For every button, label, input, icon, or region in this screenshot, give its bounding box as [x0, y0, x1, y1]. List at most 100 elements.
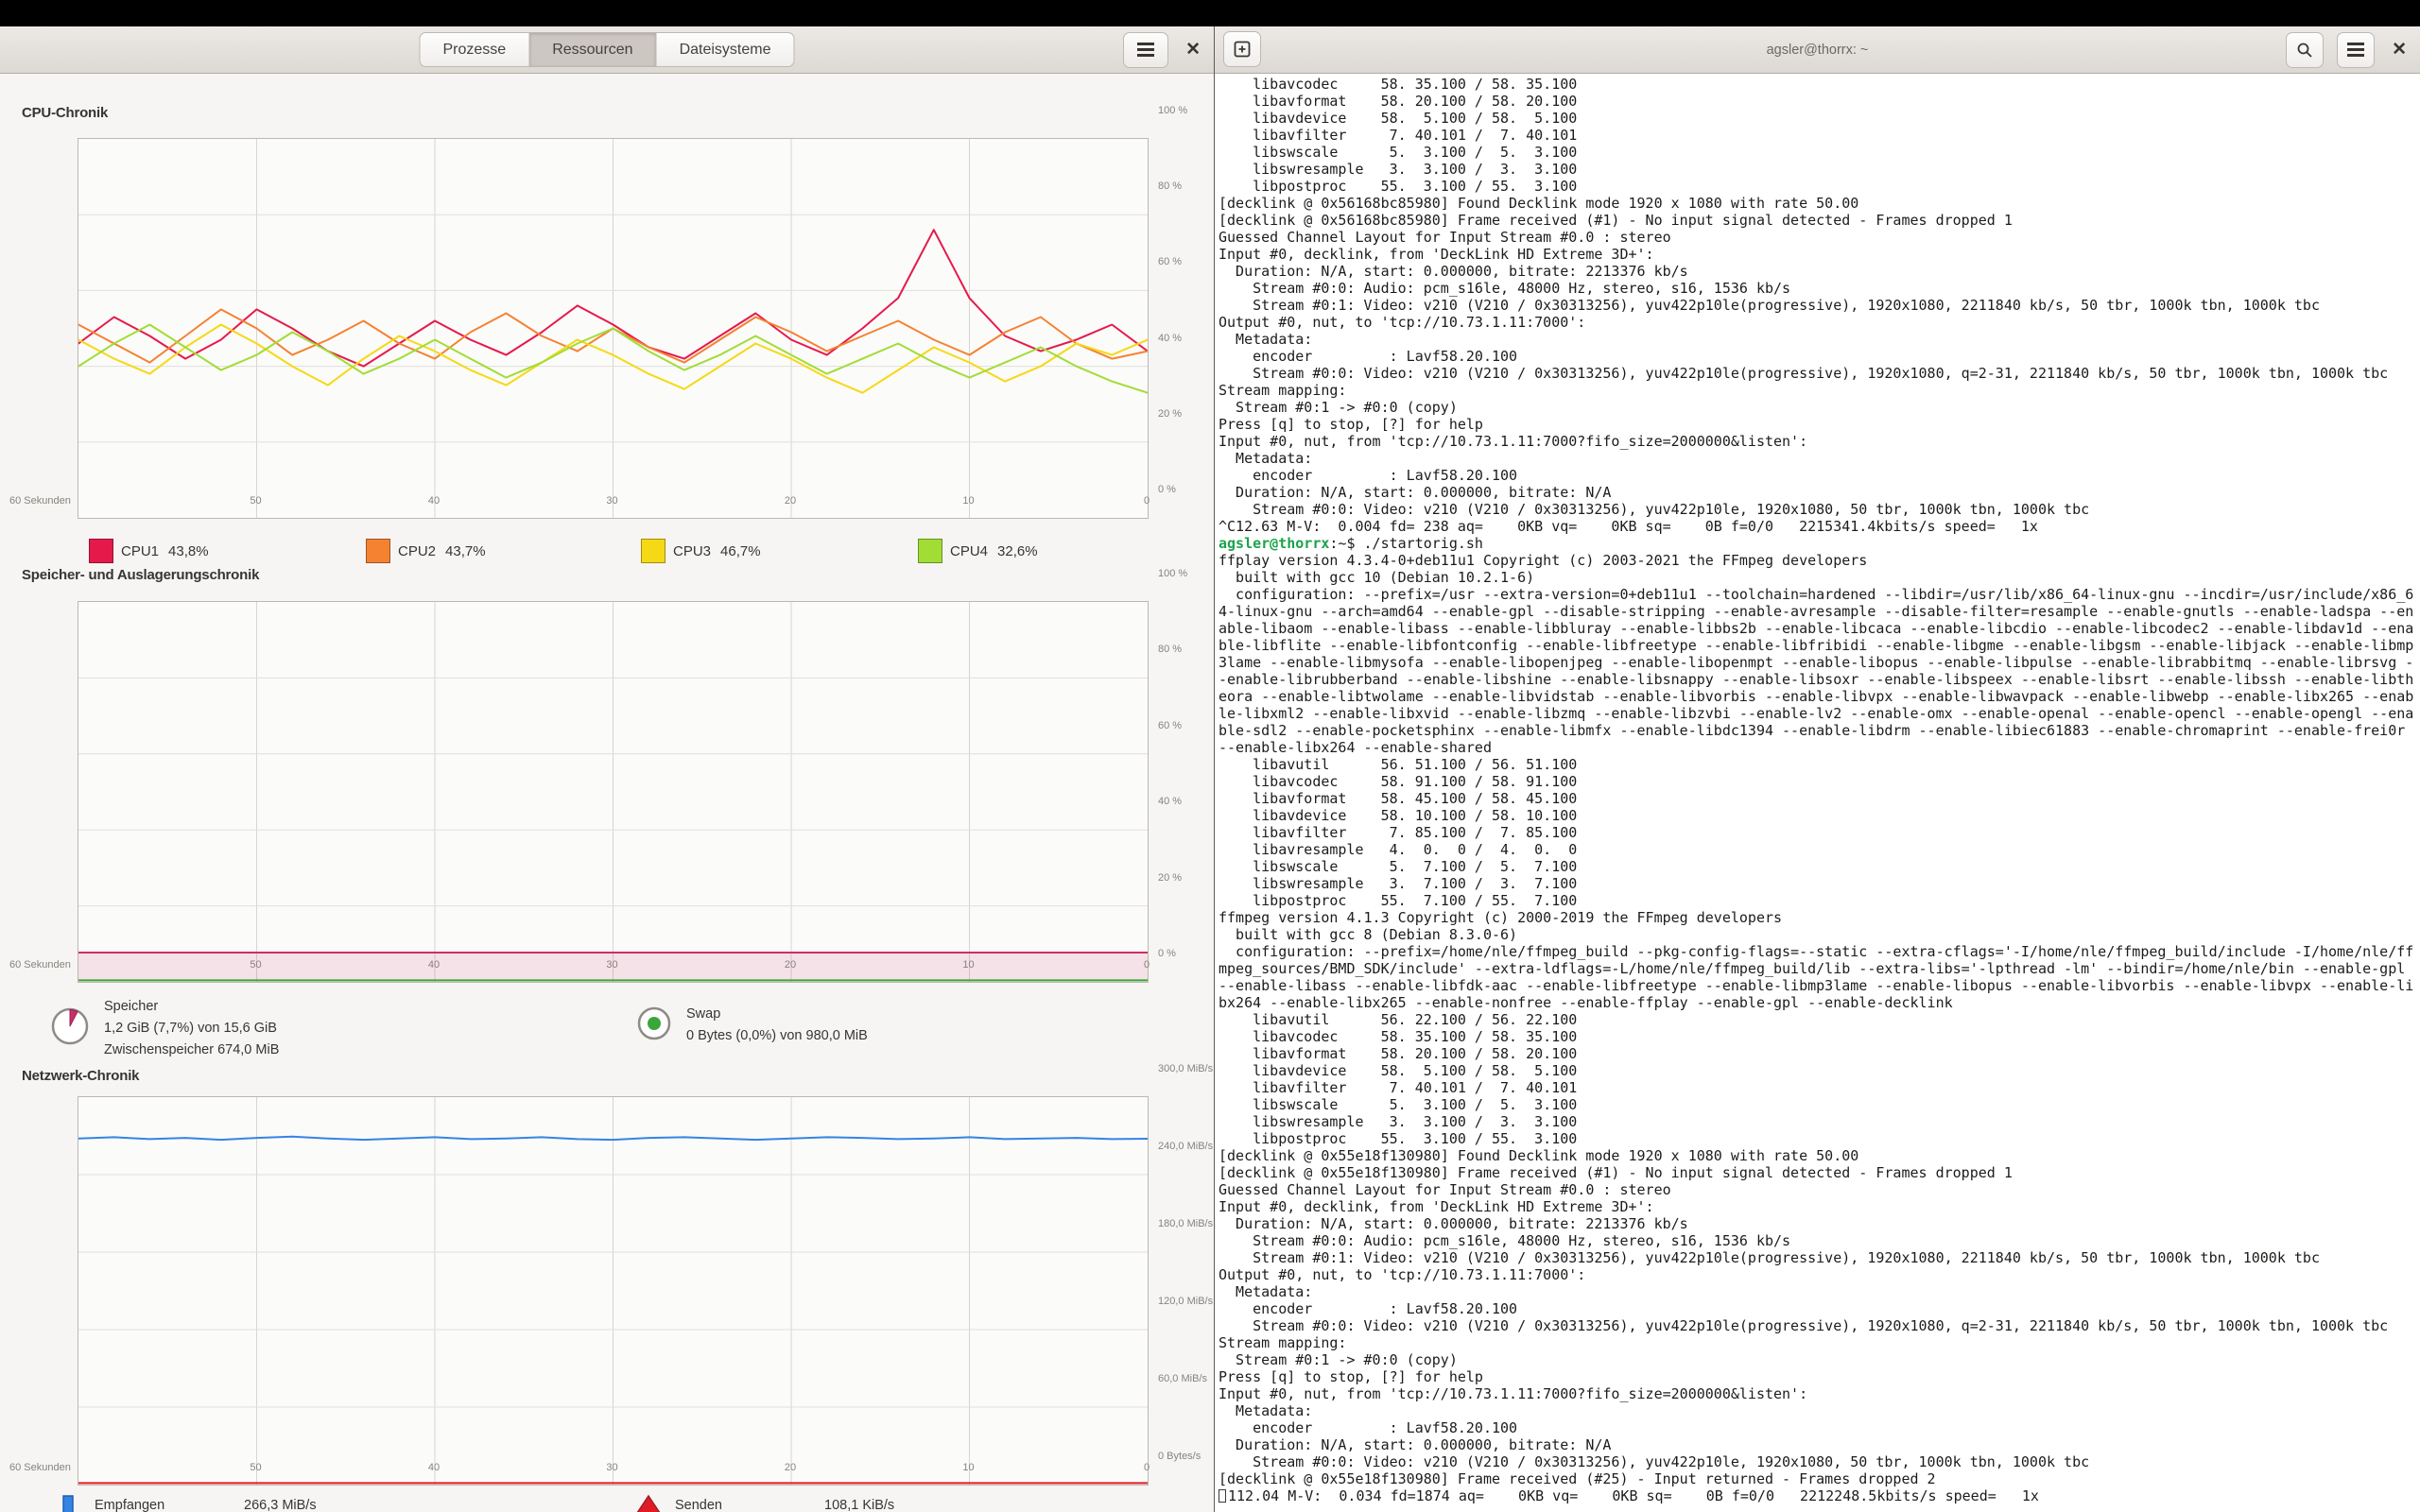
terminal-line: libswscale 5. 3.100 / 5. 3.100 [1219, 1096, 2420, 1113]
terminal-cursor [1219, 1489, 1226, 1503]
network-send-legend: Senden 108,1 KiB/s Insgesamt gesendet 32… [635, 1494, 894, 1512]
x-axis-tick: 10 [962, 1462, 974, 1473]
terminal-line: Output #0, nut, to 'tcp://10.73.1.11:700… [1219, 314, 2420, 331]
x-axis-tick: 50 [250, 959, 261, 971]
y-axis-tick: 180,0 MiB/s [1158, 1218, 1213, 1229]
terminal-line: encoder : Lavf58.20.100 [1219, 348, 2420, 365]
memory-pie-icon [49, 1005, 91, 1052]
terminal-line: encoder : Lavf58.20.100 [1219, 1300, 2420, 1317]
terminal-line: ^C12.63 M-V: 0.004 fd= 238 aq= 0KB vq= 0… [1219, 518, 2420, 535]
terminal-line: Duration: N/A, start: 0.000000, bitrate:… [1219, 484, 2420, 501]
terminal-line: libavformat 58. 20.100 / 58. 20.100 [1219, 1045, 2420, 1062]
terminal-line: Stream #0:1 -> #0:0 (copy) [1219, 399, 2420, 416]
terminal-line: Press [q] to stop, [?] for help [1219, 1368, 2420, 1385]
terminal-line: [decklink @ 0x56168bc85980] Found Deckli… [1219, 195, 2420, 212]
legend-label: CPU1 [121, 543, 159, 559]
top-black-bar [0, 0, 2420, 26]
screen: ProzesseRessourcenDateisysteme ✕ CPU-Chr… [0, 0, 2420, 1512]
receive-label: Empfangen [95, 1495, 236, 1512]
terminal-line: Duration: N/A, start: 0.000000, bitrate:… [1219, 1436, 2420, 1453]
terminal-line: encoder : Lavf58.20.100 [1219, 1419, 2420, 1436]
terminal-line: Stream #0:0: Video: v210 (V210 / 0x30313… [1219, 1453, 2420, 1470]
legend-swatch [918, 539, 942, 563]
terminal-line: mpeg_sources/BMD_SDK/include' --extra-ld… [1219, 960, 2420, 977]
terminal-line: ffmpeg version 4.1.3 Copyright (c) 2000-… [1219, 909, 2420, 926]
terminal-close-button[interactable]: ✕ [2388, 41, 2411, 59]
terminal-menu-button[interactable] [2337, 32, 2375, 68]
x-axis-tick: 0 [1144, 959, 1150, 971]
terminal-line: Metadata: [1219, 450, 2420, 467]
terminal-output[interactable]: libavcodec 58. 35.100 / 58. 35.100 libav… [1215, 74, 2420, 1512]
terminal-line: Output #0, nut, to 'tcp://10.73.1.11:700… [1219, 1266, 2420, 1283]
cpu-chart [78, 138, 1149, 519]
terminal-line: libpostproc 55. 7.100 / 55. 7.100 [1219, 892, 2420, 909]
swap-pie-icon [635, 1005, 673, 1047]
terminal-line: Duration: N/A, start: 0.000000, bitrate:… [1219, 1215, 2420, 1232]
terminal-line: libswresample 3. 3.100 / 3. 3.100 [1219, 161, 2420, 178]
terminal-line: Stream #0:0: Audio: pcm_s16le, 48000 Hz,… [1219, 280, 2420, 297]
x-axis-tick: 60 Sekunden [9, 495, 71, 507]
terminal-line: Stream #0:0: Video: v210 (V210 / 0x30313… [1219, 1317, 2420, 1334]
y-axis-tick: 0 % [1158, 484, 1176, 495]
cpu-legend-item: CPU143,8% [89, 538, 209, 564]
tab-ressourcen[interactable]: Ressourcen [528, 32, 656, 67]
legend-label: CPU4 [950, 543, 988, 559]
terminal-line: Metadata: [1219, 1402, 2420, 1419]
cpu-legend-item: CPU243,7% [366, 538, 486, 564]
terminal-line: Press [q] to stop, [?] for help [1219, 416, 2420, 433]
legend-swatch [641, 539, 666, 563]
y-axis-tick: 20 % [1158, 872, 1182, 884]
terminal-line: libavutil 56. 22.100 / 56. 22.100 [1219, 1011, 2420, 1028]
terminal-line: configuration: --prefix=/home/nle/ffmpeg… [1219, 943, 2420, 960]
y-axis-tick: 60 % [1158, 256, 1182, 267]
terminal-line: libpostproc 55. 3.100 / 55. 3.100 [1219, 1130, 2420, 1147]
y-axis-tick: 60 % [1158, 720, 1182, 731]
tab-dateisysteme[interactable]: Dateisysteme [656, 32, 795, 67]
terminal-line: --enable-libass --enable-libfdk-aac --en… [1219, 977, 2420, 994]
legend-value: 46,7% [720, 543, 761, 559]
terminal-line: [decklink @ 0x55e18f130980] Frame receiv… [1219, 1164, 2420, 1181]
terminal-line: libavcodec 58. 35.100 / 58. 35.100 [1219, 76, 2420, 93]
memory-usage: 1,2 GiB (7,7%) von 15,6 GiB [104, 1018, 279, 1040]
terminal-line: libswresample 3. 7.100 / 3. 7.100 [1219, 875, 2420, 892]
swap-legend: Swap 0 Bytes (0,0%) von 980,0 MiB [635, 1004, 868, 1047]
terminal-line: libavresample 4. 0. 0 / 4. 0. 0 [1219, 841, 2420, 858]
x-axis-tick: 50 [250, 1462, 261, 1473]
tab-prozesse[interactable]: Prozesse [420, 32, 530, 67]
x-axis-tick: 20 [785, 1462, 796, 1473]
memory-swap-chart [78, 601, 1149, 983]
terminal-line: libpostproc 55. 3.100 / 55. 3.100 [1219, 178, 2420, 195]
search-button[interactable] [2286, 32, 2324, 68]
terminal-line: built with gcc 10 (Debian 10.2.1-6) [1219, 569, 2420, 586]
terminal-line: configuration: --prefix=/usr --extra-ver… [1219, 586, 2420, 603]
terminal-line: Stream #0:0: Video: v210 (V210 / 0x30313… [1219, 501, 2420, 518]
x-axis-tick: 0 [1144, 1462, 1150, 1473]
terminal-line: le-libxml2 --enable-libxvid --enable-lib… [1219, 705, 2420, 722]
terminal-line: eora --enable-libtwolame --enable-libvid… [1219, 688, 2420, 705]
terminal-line: libavformat 58. 20.100 / 58. 20.100 [1219, 93, 2420, 110]
cpu-legend-item: CPU4 32,6% [918, 538, 1038, 564]
x-axis-tick: 30 [606, 495, 617, 507]
primary-menu-button[interactable] [1123, 32, 1168, 68]
terminal-line: ble-sdl2 --enable-pocketsphinx --enable-… [1219, 722, 2420, 739]
upload-arrow-icon [635, 1494, 662, 1512]
memory-cache: Zwischenspeicher 674,0 MiB [104, 1040, 279, 1061]
terminal-line: libswresample 3. 3.100 / 3. 3.100 [1219, 1113, 2420, 1130]
terminal-line: libavcodec 58. 35.100 / 58. 35.100 [1219, 1028, 2420, 1045]
window-close-button[interactable]: ✕ [1182, 41, 1204, 59]
legend-label: CPU3 [673, 543, 711, 559]
send-rate: 108,1 KiB/s [824, 1495, 894, 1512]
terminal-line: Stream #0:0: Audio: pcm_s16le, 48000 Hz,… [1219, 1232, 2420, 1249]
terminal-line: bx264 --enable-libx265 --enable-nonfree … [1219, 994, 2420, 1011]
cpu-legend-item: CPU3 46,7% [641, 538, 761, 564]
legend-value: 32,6% [997, 543, 1038, 559]
y-axis-tick: 60,0 MiB/s [1158, 1373, 1207, 1384]
download-arrow-icon [55, 1494, 81, 1512]
x-axis-tick: 10 [962, 959, 974, 971]
search-icon [2296, 42, 2313, 59]
terminal-line: [decklink @ 0x55e18f130980] Found Deckli… [1219, 1147, 2420, 1164]
terminal-line: able-libaom --enable-libass --enable-lib… [1219, 620, 2420, 637]
terminal-line: libavdevice 58. 5.100 / 58. 5.100 [1219, 1062, 2420, 1079]
monitor-headerbar: ProzesseRessourcenDateisysteme ✕ [0, 26, 1214, 74]
terminal-line: Stream #0:0: Video: v210 (V210 / 0x30313… [1219, 365, 2420, 382]
